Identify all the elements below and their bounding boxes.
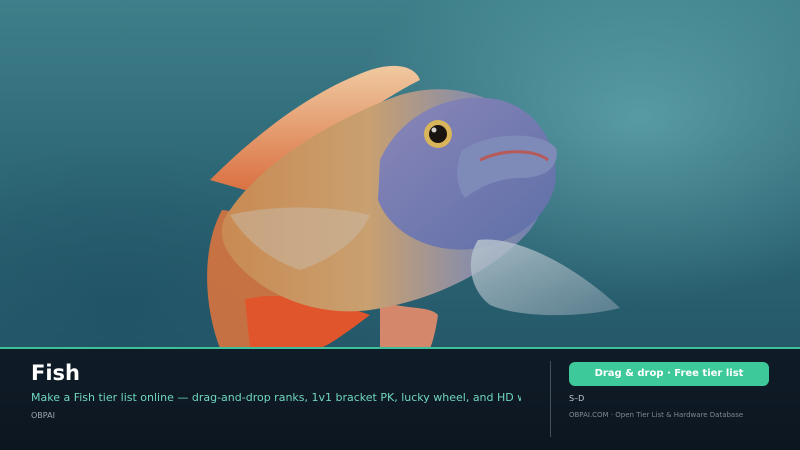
tier-range-label: S–D: [569, 394, 585, 403]
tier-list-cta-button[interactable]: Drag & drop · Free tier list: [569, 362, 769, 386]
share-card: Fish Make a Fish tier list online — drag…: [0, 0, 800, 450]
vertical-separator: [550, 361, 551, 437]
footer-text: OBPAI.COM · Open Tier List & Hardware Da…: [569, 411, 744, 419]
pelvic-fin: [380, 300, 438, 348]
card-description: Make a Fish tier list online — drag-and-…: [31, 391, 521, 404]
hero-image: [0, 0, 800, 348]
info-panel: Fish Make a Fish tier list online — drag…: [0, 349, 800, 450]
card-title: Fish: [31, 361, 80, 385]
pectoral-fin: [470, 239, 620, 316]
fish-illustration: [207, 65, 620, 348]
brand-label: OBPAI: [31, 411, 55, 420]
